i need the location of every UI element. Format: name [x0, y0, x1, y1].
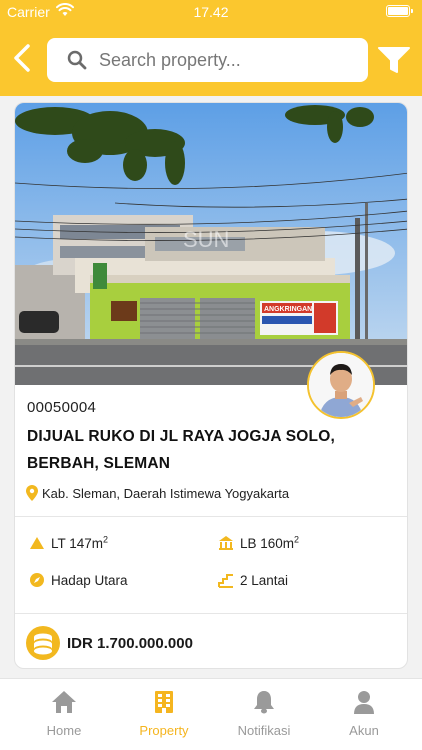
building-area: LB 160m2	[218, 535, 299, 551]
property-location: Kab. Sleman, Daerah Istimewa Yogyakarta	[26, 485, 289, 501]
building-icon	[151, 689, 177, 715]
back-button[interactable]	[6, 38, 38, 78]
floors: 2 Lantai	[218, 572, 288, 588]
search-input[interactable]	[99, 49, 339, 71]
nav-akun-label: Akun	[349, 723, 379, 738]
watermark: SUN	[183, 227, 229, 252]
property-code: 00050004	[27, 399, 97, 416]
location-pin-icon	[26, 485, 38, 501]
nav-akun[interactable]: Akun	[314, 679, 414, 738]
stairs-icon	[218, 572, 234, 588]
compass-icon	[29, 572, 45, 588]
agent-avatar[interactable]	[307, 351, 375, 419]
bottom-nav: Home Property Notifikasi Akun	[0, 678, 422, 750]
search-bar[interactable]	[47, 38, 368, 82]
bell-icon	[251, 689, 277, 715]
price-row: IDR 1.700.000.000	[25, 625, 193, 661]
user-icon	[351, 689, 377, 715]
filter-icon	[378, 47, 410, 73]
property-photo[interactable]: ANGKRINGAN SUN	[15, 103, 407, 385]
coins-icon	[26, 626, 60, 660]
nav-home[interactable]: Home	[14, 679, 114, 738]
property-title[interactable]: DIJUAL RUKO DI JL RAYA JOGJA SOLO, BERBA…	[27, 423, 405, 477]
svg-text:ANGKRINGAN: ANGKRINGAN	[264, 306, 312, 313]
nav-notifikasi[interactable]: Notifikasi	[214, 679, 314, 738]
location-text: Kab. Sleman, Daerah Istimewa Yogyakarta	[42, 485, 290, 501]
land-area: LT 147m2	[29, 535, 108, 551]
chevron-left-icon	[14, 44, 30, 72]
property-price: IDR 1.700.000.000	[67, 634, 193, 652]
floors-value: 2 Lantai	[240, 572, 289, 588]
status-time: 17.42	[193, 4, 229, 20]
facing: Hadap Utara	[29, 572, 128, 588]
property-card[interactable]: ANGKRINGAN SUN 00050004 DIJUAL RUKO DI J…	[14, 102, 408, 669]
filter-button[interactable]	[374, 41, 414, 79]
home-icon	[51, 689, 77, 715]
land-area-value: LT 147m2	[51, 534, 109, 551]
divider	[15, 613, 407, 614]
battery-icon	[386, 5, 413, 17]
search-icon	[67, 49, 89, 71]
facing-value: Hadap Utara	[51, 572, 128, 588]
nav-home-label: Home	[46, 723, 82, 738]
nav-property[interactable]: Property	[114, 679, 214, 738]
building-area-value: LB 160m2	[240, 534, 300, 551]
nav-property-label: Property	[139, 723, 189, 738]
nav-notifikasi-label: Notifikasi	[237, 723, 291, 738]
divider	[15, 516, 407, 517]
status-bar: Carrier 17.42	[0, 0, 422, 24]
app-header: Carrier 17.42	[0, 0, 422, 96]
building-area-icon	[218, 535, 234, 551]
land-area-icon	[29, 535, 45, 551]
